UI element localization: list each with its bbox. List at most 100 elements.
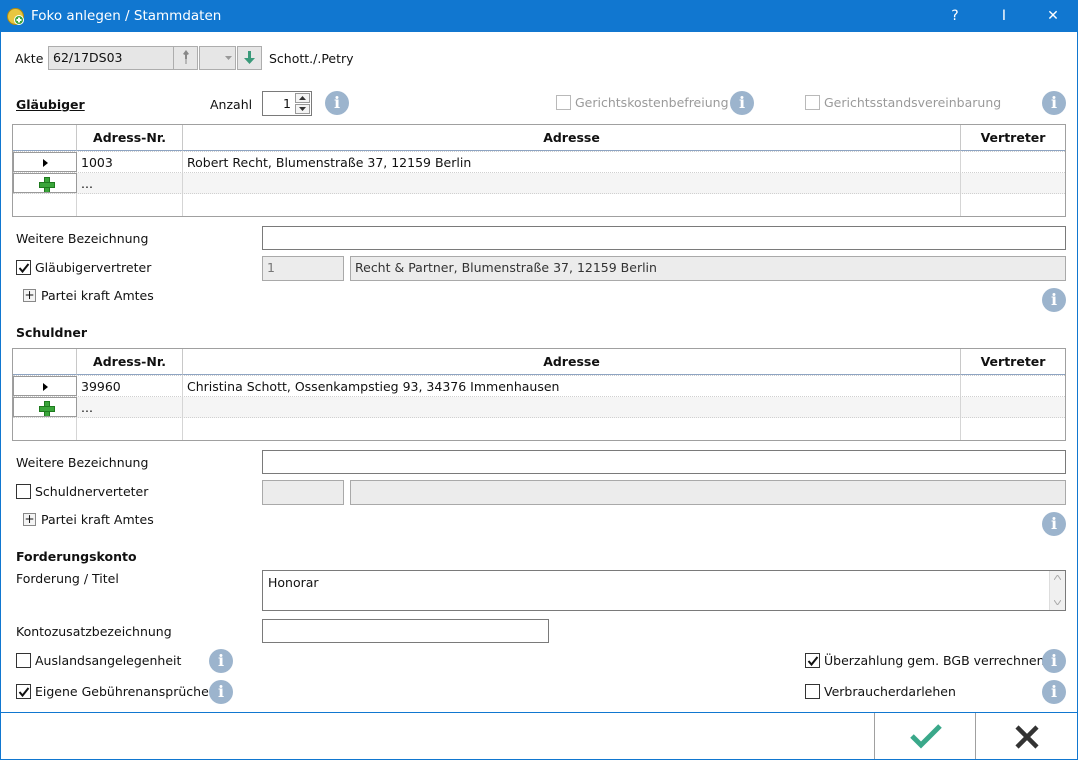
adress-nr-cell[interactable]: 39960	[77, 376, 183, 396]
eigene-info-icon[interactable]: i	[209, 680, 233, 704]
verbraucher-checkbox[interactable]	[805, 684, 820, 699]
empty-cell	[77, 418, 183, 440]
help-button[interactable]: ?	[940, 4, 970, 28]
add-row-button[interactable]	[13, 397, 77, 417]
title-bar: Foko anlegen / Stammdaten ? I ✕	[0, 0, 1078, 32]
schuldner-partei-label: Partei kraft Amtes	[41, 512, 154, 527]
glaeubigervertreter-adresse[interactable]: Recht & Partner, Blumenstraße 37, 12159 …	[350, 256, 1066, 281]
checkmark-icon	[18, 687, 30, 698]
column-header[interactable]: Adresse	[183, 125, 961, 151]
schuldnerverteter-adresse[interactable]	[350, 480, 1066, 505]
vertreter-cell[interactable]	[961, 376, 1065, 396]
new-row-cell[interactable]: ...	[77, 397, 183, 417]
schuldner-table: Adress-Nr. Adresse Vertreter 39960 Chris…	[12, 348, 1066, 441]
anzahl-value: 1	[283, 96, 291, 111]
column-header[interactable]: Vertreter	[961, 349, 1065, 375]
akte-input[interactable]: 62/17DS03	[48, 46, 174, 70]
cancel-button[interactable]	[975, 713, 1077, 759]
new-row-cell[interactable]	[961, 173, 1065, 193]
schuldner-weitere-label: Weitere Bezeichnung	[16, 455, 149, 470]
new-row[interactable]: ...	[13, 397, 1065, 418]
eigene-checkbox[interactable]	[16, 684, 31, 699]
adresse-cell[interactable]: Christina Schott, Ossenkampstieg 93, 343…	[183, 376, 961, 396]
column-header[interactable]: Vertreter	[961, 125, 1065, 151]
schuldnerverteter-checkbox[interactable]	[16, 484, 31, 499]
column-header[interactable]: Adress-Nr.	[77, 349, 183, 375]
adresse-cell[interactable]: Robert Recht, Blumenstraße 37, 12159 Ber…	[183, 152, 961, 172]
partei-expand-button[interactable]: +	[23, 289, 36, 302]
vertreter-cell[interactable]	[961, 152, 1065, 172]
pin-icon	[183, 50, 189, 64]
close-icon	[1015, 725, 1039, 749]
plus-icon	[39, 177, 55, 192]
ausland-label: Auslandsangelegenheit	[35, 653, 182, 668]
verbraucher-info-icon[interactable]: i	[1042, 680, 1066, 704]
partei-expand-button[interactable]: +	[23, 513, 36, 526]
adress-nr-cell[interactable]: 1003	[77, 152, 183, 172]
row-selector[interactable]	[13, 376, 77, 396]
glaeubiger-weitere-label: Weitere Bezeichnung	[16, 231, 149, 246]
anzahl-up-button[interactable]	[295, 93, 310, 103]
glaeubiger-partei-info-icon[interactable]: i	[1042, 288, 1066, 312]
pin-button[interactable]: I	[989, 4, 1019, 28]
akte-apply-button[interactable]	[237, 46, 262, 70]
ausland-checkbox[interactable]	[16, 653, 31, 668]
new-row-cell[interactable]: ...	[77, 173, 183, 193]
empty-cell	[77, 194, 183, 216]
add-row-button[interactable]	[13, 173, 77, 193]
table-corner	[13, 349, 77, 375]
new-row[interactable]: ...	[13, 173, 1065, 194]
app-add-icon	[7, 8, 24, 25]
new-row-cell[interactable]	[183, 397, 961, 417]
konto-label: Kontozusatzbezeichnung	[16, 624, 172, 639]
gerichtskosten-checkbox[interactable]	[556, 95, 571, 110]
table-row[interactable]: 1003 Robert Recht, Blumenstraße 37, 1215…	[13, 152, 1065, 173]
chevron-down-icon	[299, 107, 306, 111]
ok-button[interactable]	[874, 713, 975, 759]
empty-row	[13, 418, 1065, 440]
akte-label: Akte	[15, 51, 44, 66]
akte-pin-button[interactable]	[173, 46, 198, 70]
plus-icon	[39, 401, 55, 416]
konto-input[interactable]	[262, 619, 549, 643]
empty-row	[13, 194, 1065, 216]
column-header[interactable]: Adresse	[183, 349, 961, 375]
akte-name: Schott./.Petry	[269, 51, 354, 66]
glaeubiger-partei-label: Partei kraft Amtes	[41, 288, 154, 303]
anzahl-label: Anzahl	[210, 97, 253, 112]
glaeubiger-table: Adress-Nr. Adresse Vertreter 1003 Robert…	[12, 124, 1066, 217]
schuldnerverteter-nr[interactable]	[262, 480, 344, 505]
gerichtskosten-info-icon[interactable]: i	[730, 91, 754, 115]
ausland-info-icon[interactable]: i	[209, 649, 233, 673]
anzahl-info-icon[interactable]: i	[325, 91, 349, 115]
checkmark-icon	[910, 724, 942, 749]
table-row[interactable]: 39960 Christina Schott, Ossenkampstieg 9…	[13, 376, 1065, 397]
ueberzahlung-checkbox[interactable]	[805, 653, 820, 668]
row-selector[interactable]	[13, 152, 77, 172]
table-corner	[13, 125, 77, 151]
glaeubigervertreter-nr[interactable]: 1	[262, 256, 344, 281]
gerichtsstand-checkbox[interactable]	[805, 95, 820, 110]
new-row-cell[interactable]	[961, 397, 1065, 417]
glaeubiger-weitere-input[interactable]	[262, 226, 1066, 250]
textarea-scrollbar[interactable]	[1049, 571, 1065, 610]
forderung-title: Forderungskonto	[16, 549, 137, 564]
gerichtskosten-label: Gerichtskostenbefreiung	[575, 95, 729, 110]
forderung-titel-value: Honorar	[268, 575, 319, 590]
anzahl-stepper[interactable]: 1	[262, 91, 312, 116]
schuldner-weitere-input[interactable]	[262, 450, 1066, 474]
glaeubigervertreter-checkbox[interactable]	[16, 260, 31, 275]
ueberzahlung-info-icon[interactable]: i	[1042, 649, 1066, 673]
empty-cell	[13, 194, 77, 216]
scroll-up-icon	[1054, 575, 1061, 580]
forderung-titel-textarea[interactable]: Honorar	[262, 570, 1066, 611]
schuldner-partei-info-icon[interactable]: i	[1042, 512, 1066, 536]
column-header[interactable]: Adress-Nr.	[77, 125, 183, 151]
akte-dropdown[interactable]	[199, 46, 236, 70]
anzahl-down-button[interactable]	[295, 104, 310, 114]
new-row-cell[interactable]	[183, 173, 961, 193]
scroll-down-icon	[1054, 600, 1061, 605]
close-button[interactable]: ✕	[1038, 4, 1068, 28]
chevron-up-icon	[299, 96, 306, 100]
gerichtsstand-info-icon[interactable]: i	[1042, 91, 1066, 115]
